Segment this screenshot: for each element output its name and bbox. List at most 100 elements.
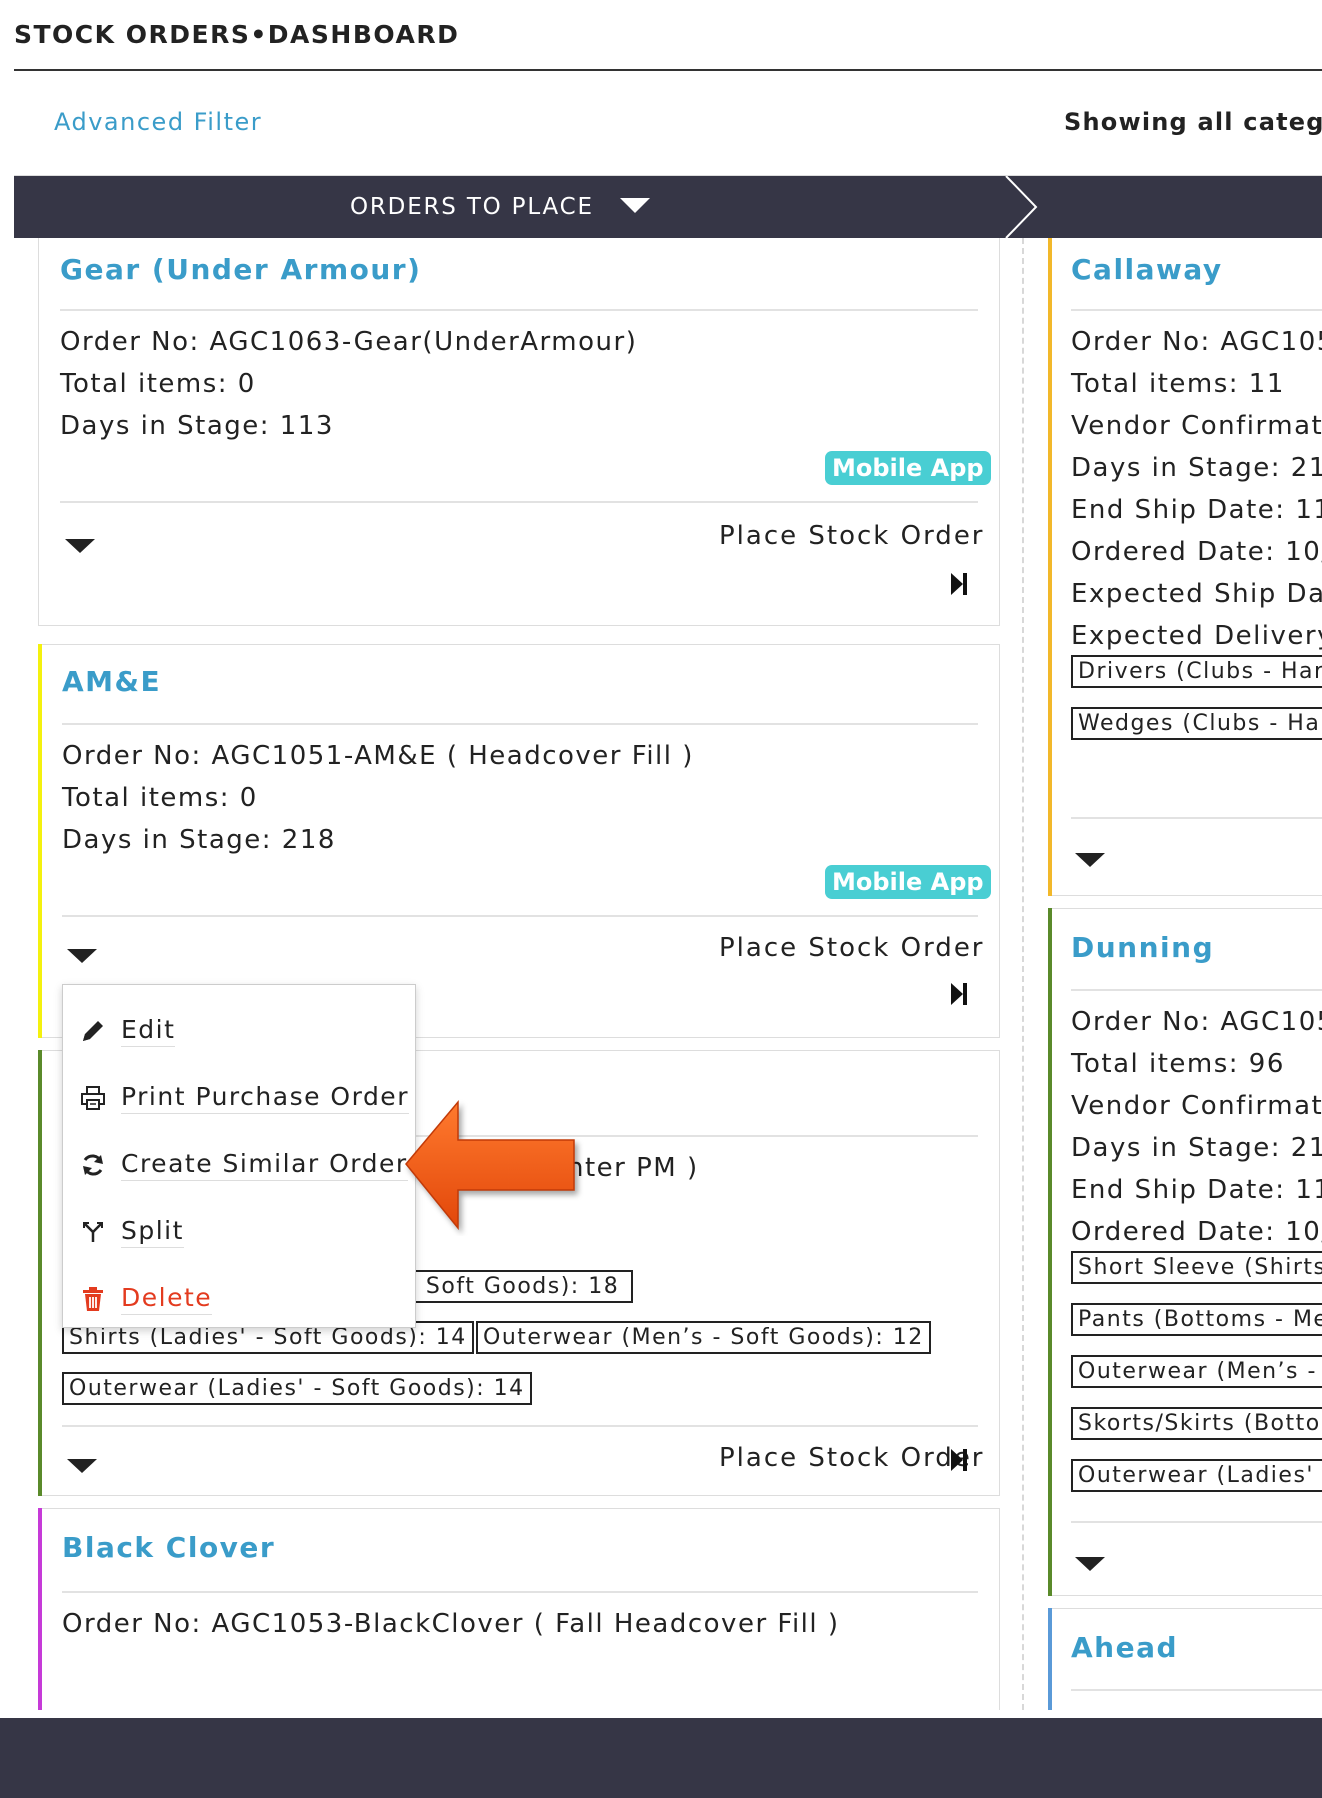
menu-item-label: Edit	[121, 1015, 176, 1047]
ordered-date: Ordered Date: 10/	[1071, 1217, 1322, 1247]
refresh-icon	[83, 1154, 103, 1176]
printer-icon	[81, 1086, 105, 1110]
vendor-confirmation: Vendor Confirmati	[1071, 1091, 1322, 1121]
category-tag: Pants (Bottoms - Me	[1071, 1303, 1322, 1336]
order-card[interactable]: Black Clover Order No: AGC1053-BlackClov…	[38, 1508, 1000, 1710]
menu-item-label: Delete	[121, 1283, 213, 1315]
category-tag: Outerwear (Ladies' -	[1071, 1459, 1322, 1492]
vendor-name[interactable]: AM&E	[62, 665, 161, 698]
card-divider	[60, 309, 978, 311]
card-divider	[62, 1591, 978, 1593]
order-number: Order No: AGC105	[1071, 327, 1322, 357]
card-divider	[1071, 989, 1322, 991]
place-stock-order-label[interactable]: Place Stock Order	[719, 1443, 985, 1473]
card-menu-caret-icon[interactable]	[67, 1459, 97, 1473]
menu-item-print-purchase-order[interactable]: Print Purchase Order	[63, 1072, 415, 1122]
card-color-bar	[1048, 1608, 1052, 1710]
stage-header[interactable]: ORDERS TO PLACE	[14, 176, 1322, 238]
card-menu-caret-icon[interactable]	[65, 539, 95, 553]
order-card[interactable]: Gear (Under Armour) Order No: AGC1063-Ge…	[38, 238, 1000, 626]
end-ship-date: End Ship Date: 11/	[1071, 495, 1322, 525]
trash-icon	[83, 1287, 103, 1311]
vendor-name[interactable]: Dunning	[1071, 931, 1214, 964]
category-tag: - Soft Goods): 18	[401, 1270, 633, 1303]
card-color-bar	[1048, 908, 1052, 1596]
card-divider	[1071, 1689, 1322, 1691]
total-items: Total items: 96	[1071, 1049, 1285, 1079]
mobile-app-badge: Mobile App	[825, 451, 991, 485]
stage-label: ORDERS TO PLACE	[350, 194, 594, 220]
card-color-bar	[1048, 238, 1052, 896]
card-color-bar	[38, 1508, 42, 1710]
advanced-filter-link[interactable]: Advanced Filter	[54, 108, 262, 136]
menu-item-label: Split	[121, 1216, 184, 1248]
menu-item-label: Create Similar Order	[121, 1149, 408, 1181]
card-divider	[60, 501, 978, 503]
callout-arrow-icon	[405, 1099, 575, 1231]
order-number: Order No: AGC1063-Gear(UnderArmour)	[60, 327, 638, 357]
order-number: Order No: AGC1053-BlackClover ( Fall Hea…	[62, 1609, 840, 1639]
card-divider	[62, 915, 978, 917]
advance-stage-icon[interactable]	[949, 981, 969, 1007]
category-tag: Wedges (Clubs - Har	[1071, 707, 1322, 740]
card-divider	[62, 1425, 978, 1427]
category-tag: Short Sleeve (Shirts	[1071, 1251, 1322, 1284]
card-color-bar	[38, 1050, 42, 1496]
ordered-date: Ordered Date: 10/	[1071, 537, 1322, 567]
expected-ship-date: Expected Ship Da	[1071, 579, 1322, 609]
card-divider	[1071, 817, 1322, 819]
menu-item-delete[interactable]: Delete	[63, 1273, 415, 1323]
order-number-partial: nter PM )	[567, 1153, 699, 1183]
category-tag: Skorts/Skirts (Bottom	[1071, 1407, 1322, 1440]
footer-bar	[0, 1718, 1322, 1798]
place-stock-order-label[interactable]: Place Stock Order	[719, 521, 985, 551]
days-in-stage: Days in Stage: 212	[1071, 453, 1322, 483]
stage-dropdown-caret-icon[interactable]	[620, 198, 650, 213]
card-divider	[1071, 1521, 1322, 1523]
vendor-name[interactable]: Black Clover	[62, 1531, 275, 1564]
menu-item-split[interactable]: Split	[63, 1206, 415, 1256]
vendor-name[interactable]: Gear (Under Armour)	[60, 253, 421, 286]
order-number: Order No: AGC1051-AM&E ( Headcover Fill …	[62, 741, 694, 771]
days-in-stage: Days in Stage: 212	[1071, 1133, 1322, 1163]
card-menu-caret-icon[interactable]	[1075, 1557, 1105, 1571]
place-stock-order-label[interactable]: Place Stock Order	[719, 933, 985, 963]
card-divider	[62, 723, 978, 725]
category-tag: Drivers (Clubs - Hard	[1071, 655, 1322, 688]
card-action-menu: Edit Print Purchase Order Create Similar…	[62, 984, 416, 1328]
card-menu-caret-icon[interactable]	[1075, 853, 1105, 867]
filter-bar: Advanced Filter Showing all catego	[14, 71, 1322, 176]
expected-delivery: Expected Delivery	[1071, 621, 1322, 651]
card-color-bar	[38, 644, 42, 1038]
order-card[interactable]: Dunning Order No: AGC105 Total items: 96…	[1048, 908, 1322, 1596]
end-ship-date: End Ship Date: 11/	[1071, 1175, 1322, 1205]
menu-item-create-similar-order[interactable]: Create Similar Order	[63, 1139, 415, 1189]
order-card[interactable]: AM&E Order No: AGC1051-AM&E ( Headcover …	[38, 644, 1000, 1038]
vendor-name[interactable]: Ahead	[1071, 1631, 1178, 1664]
advance-stage-icon[interactable]	[949, 571, 969, 597]
vendor-confirmation: Vendor Confirmati	[1071, 411, 1322, 441]
split-icon	[83, 1222, 103, 1242]
pencil-icon	[83, 1021, 103, 1041]
days-in-stage: Days in Stage: 218	[62, 825, 336, 855]
card-divider	[1071, 309, 1322, 311]
total-items: Total items: 0	[62, 783, 258, 813]
order-number: Order No: AGC105	[1071, 1007, 1322, 1037]
menu-item-label: Print Purchase Order	[121, 1082, 409, 1114]
category-tag: Outerwear (Men’s - Soft Goods): 12	[476, 1321, 931, 1354]
kanban-board: Gear (Under Armour) Order No: AGC1063-Ge…	[14, 238, 1322, 1710]
vendor-name[interactable]: Callaway	[1071, 253, 1223, 286]
total-items: Total items: 11	[1071, 369, 1285, 399]
category-tag: Outerwear (Ladies' - Soft Goods): 14	[62, 1372, 532, 1405]
menu-item-edit[interactable]: Edit	[63, 1005, 415, 1055]
category-tag: Outerwear (Men’s - S	[1071, 1355, 1322, 1388]
page-title: STOCK ORDERS•DASHBOARD	[14, 20, 460, 49]
order-card[interactable]: Ahead	[1048, 1608, 1322, 1710]
stage-next-chevron-icon[interactable]	[1004, 176, 1044, 238]
mobile-app-badge: Mobile App	[825, 865, 991, 899]
card-menu-caret-icon[interactable]	[67, 949, 97, 963]
showing-categories-text: Showing all catego	[1064, 108, 1322, 136]
advance-stage-icon[interactable]	[949, 1447, 969, 1473]
order-card[interactable]: Callaway Order No: AGC105 Total items: 1…	[1048, 238, 1322, 896]
column-divider	[1022, 238, 1024, 1710]
